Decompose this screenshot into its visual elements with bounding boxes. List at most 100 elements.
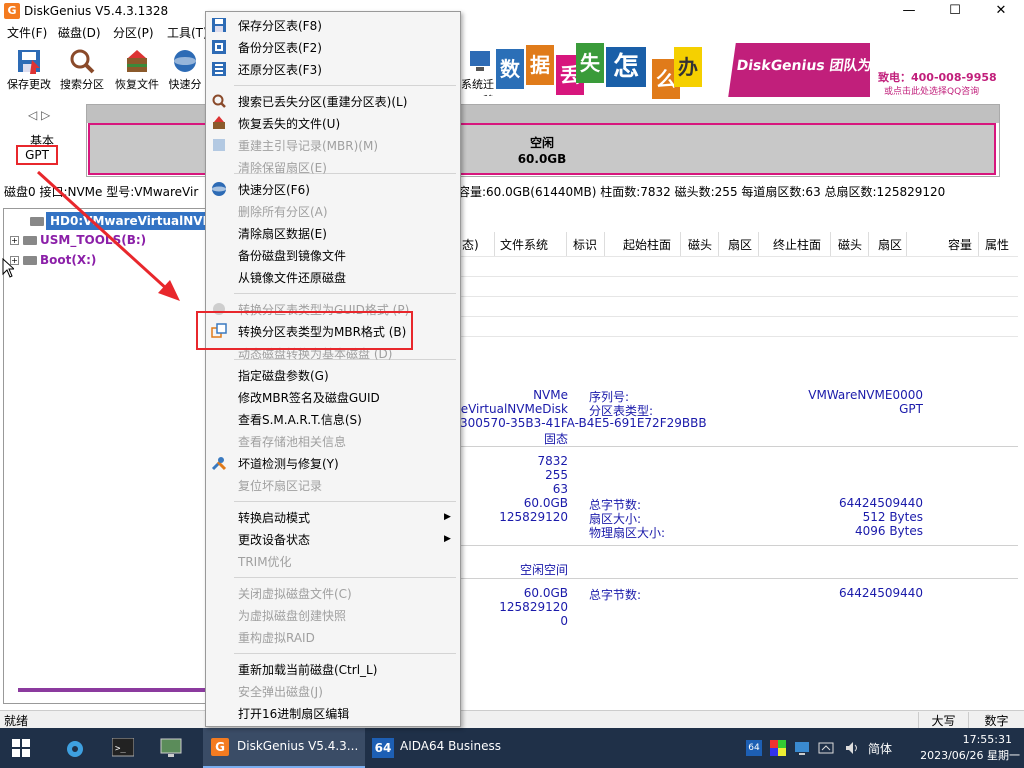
menu-item-save-partition-table[interactable]: 保存分区表(F8) <box>238 17 322 34</box>
menu-item-convert-boot-mode[interactable]: 转换启动模式 <box>238 509 310 526</box>
start-button[interactable] <box>12 728 38 768</box>
menu-disk[interactable]: 磁盘(D) <box>58 24 101 41</box>
volume-icon[interactable] <box>844 728 860 768</box>
status-num: 数字 <box>968 712 1024 729</box>
menu-partition[interactable]: 分区(P) <box>113 24 154 41</box>
menu-item-specify-disk-params[interactable]: 指定磁盘参数(G) <box>238 367 329 384</box>
taskbar-item-aida64[interactable]: 64 AIDA64 Business <box>368 728 518 768</box>
gear-icon <box>67 741 83 757</box>
recover-box-icon <box>127 50 147 72</box>
status-caps: 大写 <box>918 712 968 729</box>
menu-item-recover-lost-files[interactable]: 恢复丢失的文件(U) <box>238 115 340 132</box>
menu-item-safely-eject: 安全弹出磁盘(J) <box>238 685 323 699</box>
free-sectors: 125829120 <box>499 600 568 614</box>
minimize-button[interactable]: — <box>886 0 932 22</box>
menu-item-clear-sector-data[interactable]: 清除扇区数据(E) <box>238 225 327 242</box>
phys-sector-value: 4096 Bytes <box>854 524 923 538</box>
detail-cylinders: 7832 <box>537 454 568 468</box>
expand-icon[interactable]: + <box>10 236 19 245</box>
menu-item-backup-partition-table[interactable]: 备份分区表(F2) <box>238 39 322 56</box>
disk-info-line: 磁盘0 接口:NVMe 型号:VMwareVir 容量:60.0GB(61440… <box>4 183 1022 199</box>
menu-file[interactable]: 文件(F) <box>7 24 47 41</box>
quick-partition-icon <box>212 182 226 196</box>
col-header[interactable]: 起始柱面 <box>623 236 671 253</box>
save-changes-button[interactable]: 保存更改 <box>2 46 56 96</box>
highlight-box <box>196 311 413 350</box>
taskbar-app-terminal[interactable]: >_ <box>111 728 138 768</box>
save-changes-label: 保存更改 <box>7 78 51 91</box>
tray-display-icon[interactable] <box>794 728 810 768</box>
banner-phone: 致电：400-008-9958 <box>878 71 997 84</box>
aida64-icon: 64 <box>372 738 394 758</box>
tray-aida-icon[interactable]: 64 <box>746 728 764 768</box>
quick-partition-button[interactable]: 快速分 <box>164 46 206 96</box>
serial-value: VMWareNVME0000 <box>808 388 923 402</box>
menu-separator <box>234 293 456 294</box>
free-start: 0 <box>560 614 568 628</box>
maximize-button[interactable]: ☐ <box>932 0 978 22</box>
diskgenius-icon: G <box>211 738 229 756</box>
col-header[interactable]: 磁头 <box>838 236 862 253</box>
menu-item-quick-partition[interactable]: 快速分区(F6) <box>238 181 310 198</box>
col-divider <box>906 232 907 256</box>
restore-icon <box>212 62 226 76</box>
taskbar-item-diskgenius[interactable]: G DiskGenius V5.4.3... <box>203 728 365 768</box>
col-header[interactable]: 文件系统 <box>500 236 548 253</box>
migrate-monitor-icon <box>470 51 490 71</box>
detail-guid: 300570-35B3-41FA-B4E5-691E72F29BBB <box>460 416 707 430</box>
menu-item-reset-bad-sectors: 复位坏扇区记录 <box>238 479 323 493</box>
disk-nav-arrows[interactable]: ◁ ▷ <box>28 108 50 122</box>
col-divider <box>604 232 605 256</box>
menu-item-reload-disk[interactable]: 重新加载当前磁盘(Ctrl_L) <box>238 661 377 678</box>
tree-item-boot[interactable]: + Boot(X:) <box>10 253 96 267</box>
col-header[interactable]: 容量 <box>948 236 972 253</box>
banner-qq-link[interactable]: 或点击此处选择QQ咨询 <box>884 84 979 97</box>
col-header[interactable]: 标识 <box>573 236 597 253</box>
terminal-icon: >_ <box>111 737 135 757</box>
clock[interactable]: 17:55:31 2023/06/26 星期一 <box>902 728 1020 768</box>
col-header[interactable]: 态) <box>462 236 479 253</box>
search-icon <box>212 94 226 108</box>
search-partition-button[interactable]: 搜索分区 <box>55 46 109 96</box>
tray-colors-icon[interactable] <box>770 728 786 768</box>
ime-indicator[interactable]: 简体 <box>868 728 898 768</box>
col-divider <box>680 232 681 256</box>
recover-icon <box>213 116 225 129</box>
menu-item-restore-disk-from-image[interactable]: 从镜像文件还原磁盘 <box>238 269 346 286</box>
menu-item-search-lost-partitions[interactable]: 搜索已丢失分区(重建分区表)(L) <box>238 93 407 110</box>
menu-tools[interactable]: 工具(T) <box>167 24 208 41</box>
detail-capacity: 60.0GB <box>523 496 568 510</box>
tree-item-label: USM_TOOLS(B:) <box>40 233 147 247</box>
recover-files-button[interactable]: 恢复文件 <box>110 46 164 96</box>
taskbar-label: DiskGenius V5.4.3... <box>237 739 359 753</box>
menu-item-backup-disk-to-image[interactable]: 备份磁盘到镜像文件 <box>238 247 346 264</box>
tree-item-usm-tools[interactable]: + USM_TOOLS(B:) <box>10 233 146 247</box>
phys-sector-label: 物理扇区大小: <box>589 526 666 540</box>
menu-item-change-device-state[interactable]: 更改设备状态 <box>238 531 310 548</box>
taskbar-app-monitor[interactable] <box>160 728 186 768</box>
menu-item-bad-sector-check[interactable]: 坏道检测与修复(Y) <box>238 455 339 472</box>
drive-icon <box>23 256 37 265</box>
tree-item-hd0[interactable]: HD0:VMwareVirtualNVM <box>46 212 219 230</box>
menu-item-hex-sector-editor[interactable]: 打开16进制扇区编辑 <box>238 705 349 722</box>
col-divider <box>718 232 719 256</box>
col-header[interactable]: 磁头 <box>688 236 712 253</box>
col-header[interactable]: 属性 <box>985 236 1009 253</box>
menu-item-clear-reserved-sectors: 清除保留扇区(E) <box>238 161 327 175</box>
section-divider <box>460 545 1018 546</box>
col-header[interactable]: 终止柱面 <box>773 236 821 253</box>
tree-scrollbar[interactable] <box>18 688 208 692</box>
menu-item-restore-partition-table[interactable]: 还原分区表(F3) <box>238 61 322 78</box>
menu-item-view-smart[interactable]: 查看S.M.A.R.T.信息(S) <box>238 411 362 428</box>
windows-icon <box>12 739 30 757</box>
col-header[interactable]: 扇区 <box>878 236 902 253</box>
menu-item-modify-mbr-signature[interactable]: 修改MBR签名及磁盘GUID <box>238 389 380 406</box>
tray-network-icon[interactable] <box>818 728 834 768</box>
close-button[interactable]: ✕ <box>978 0 1024 22</box>
menu-separator <box>234 501 456 502</box>
col-header[interactable]: 扇区 <box>728 236 752 253</box>
detail-interface: NVMe <box>533 388 568 402</box>
menu-separator <box>234 577 456 578</box>
taskbar-app-gear[interactable] <box>64 728 90 768</box>
total-bytes-value: 64424509440 <box>839 496 923 510</box>
